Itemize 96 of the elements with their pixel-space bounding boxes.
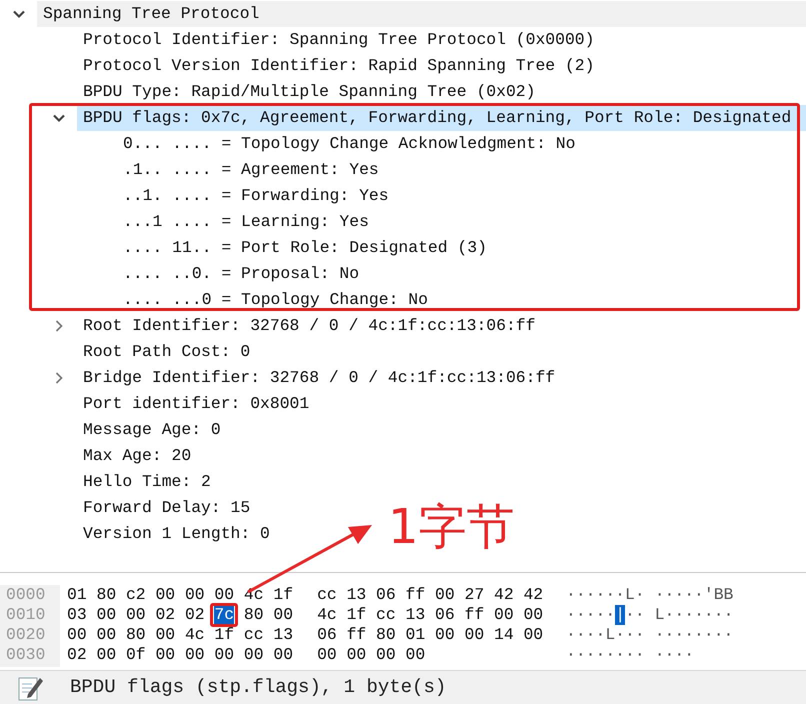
hex-byte[interactable]: 00 (523, 625, 544, 644)
hex-byte[interactable]: 00 (96, 605, 116, 624)
tree-item[interactable]: BPDU flags: 0x7c, Agreement, Forwarding, Learning, Port Role: Designated (77, 105, 806, 131)
hex-byte[interactable]: 1f (214, 625, 234, 644)
hex-byte[interactable]: 00 (184, 645, 205, 664)
hex-byte[interactable]: cc (376, 605, 396, 624)
tree-item[interactable]: Bridge Identifier: 32768 / 0 / 4c:1f:cc:13:06:ff (77, 365, 558, 391)
hex-byte[interactable]: 13 (346, 585, 366, 604)
tree-item[interactable]: Max Age: 20 (77, 443, 194, 469)
tree-item[interactable]: 0... .... = Topology Change Acknowledgment: No (117, 131, 578, 157)
tree-item[interactable]: BPDU Type: Rapid/Multiple Spanning Tree (0x02) (77, 79, 538, 105)
hex-byte[interactable]: 4c (317, 605, 337, 624)
hex-byte[interactable]: 02 (155, 605, 176, 624)
hex-byte[interactable]: 13 (406, 605, 426, 624)
hex-byte[interactable]: 02 (67, 645, 87, 664)
tree-item[interactable]: Protocol Identifier: Spanning Tree Protocol (0x0000) (77, 27, 598, 53)
hex-byte[interactable]: 00 (126, 605, 146, 624)
hex-byte[interactable]: 7c (214, 605, 234, 624)
hex-byte[interactable]: 01 (406, 625, 426, 644)
tree-item[interactable]: Version 1 Length: 0 (77, 521, 273, 547)
tree-item[interactable]: .... ...0 = Topology Change: No (117, 287, 431, 313)
hex-byte[interactable]: 00 (96, 645, 116, 664)
ascii-text: ········ (566, 645, 645, 665)
tree-item[interactable]: Message Age: 0 (77, 417, 224, 443)
ascii-text: ·····'BB (654, 585, 734, 605)
hex-byte[interactable]: 00 (155, 625, 176, 644)
hex-byte[interactable]: 00 (273, 605, 294, 624)
hex-byte[interactable]: 80 (96, 585, 116, 604)
tree-item[interactable]: Root Path Cost: 0 (77, 339, 254, 365)
tree-item[interactable]: ..1. .... = Forwarding: Yes (117, 183, 392, 209)
ascii-text: ····L··· (566, 625, 645, 645)
hex-byte[interactable]: 06 (317, 625, 337, 644)
hex-byte[interactable]: 03 (67, 605, 87, 624)
hex-byte[interactable]: 00 (67, 625, 87, 644)
tree-item[interactable]: Protocol Version Identifier: Rapid Spanning Tree (2) (77, 53, 598, 79)
hex-byte[interactable]: 00 (214, 645, 234, 664)
hex-byte[interactable]: 00 (184, 585, 205, 604)
offset-label: 0020 (5, 625, 46, 645)
hex-byte[interactable]: 80 (244, 605, 264, 624)
hex-byte[interactable]: 06 (376, 585, 396, 604)
hex-byte[interactable]: 00 (435, 625, 455, 644)
hex-byte[interactable]: 00 (494, 605, 514, 624)
ascii-text: ········ (654, 625, 734, 645)
hex-byte[interactable]: 00 (406, 645, 426, 664)
annotation-label: 1字节 (388, 498, 515, 557)
tree-item[interactable]: .... 11.. = Port Role: Designated (3) (117, 235, 490, 261)
hex-byte[interactable]: 1f (273, 585, 294, 604)
tree-item[interactable]: Hello Time: 2 (77, 469, 214, 495)
tree-item[interactable]: .... ..0. = Proposal: No (117, 261, 362, 287)
offset-label: 0010 (5, 605, 46, 625)
hex-byte[interactable]: 00 (346, 645, 366, 664)
ascii-text: ···· (654, 645, 694, 665)
tree-item[interactable]: .1.. .... = Agreement: Yes (117, 157, 382, 183)
hex-byte[interactable]: 42 (494, 585, 514, 604)
hex-byte[interactable]: c2 (126, 585, 146, 604)
tree-item[interactable]: Root Identifier: 32768 / 0 / 4c:1f:cc:13:06:ff (77, 313, 538, 339)
hex-byte[interactable]: 01 (67, 585, 87, 604)
ascii-text: L······· (654, 605, 734, 625)
ascii-text: ·· (625, 605, 645, 625)
hex-byte[interactable]: 00 (244, 645, 264, 664)
hex-byte[interactable]: 42 (523, 585, 544, 604)
status-text: BPDU flags (stp.flags), 1 byte(s) (70, 675, 446, 700)
hex-byte[interactable]: 13 (273, 625, 294, 644)
hex-byte[interactable]: 80 (126, 625, 146, 644)
hex-byte[interactable]: 00 (376, 645, 396, 664)
hex-byte[interactable]: 14 (494, 625, 514, 644)
hex-byte[interactable]: 02 (184, 605, 205, 624)
hex-byte[interactable]: 80 (376, 625, 396, 644)
hex-byte[interactable]: 00 (155, 585, 176, 604)
hex-byte[interactable]: 4c (184, 625, 205, 644)
hex-byte[interactable]: ff (406, 585, 426, 604)
hex-byte[interactable]: 00 (214, 585, 234, 604)
tree-item[interactable]: Spanning Tree Protocol (37, 1, 806, 27)
hex-byte[interactable]: ff (464, 605, 484, 624)
hex-byte[interactable]: 00 (273, 645, 294, 664)
hex-byte[interactable]: 00 (96, 625, 116, 644)
tree-item[interactable]: ...1 .... = Learning: Yes (117, 209, 372, 235)
hex-byte[interactable]: cc (317, 585, 337, 604)
offset-label: 0030 (5, 645, 46, 665)
hex-byte[interactable]: 00 (317, 645, 337, 664)
hex-byte[interactable]: 0f (126, 645, 146, 664)
tree-item[interactable]: Port identifier: 0x8001 (77, 391, 312, 417)
hex-byte[interactable]: 00 (464, 625, 484, 644)
hex-byte[interactable]: ff (346, 625, 366, 644)
offset-label: 0000 (5, 585, 46, 605)
tree-item[interactable]: Forward Delay: 15 (77, 495, 254, 521)
hex-byte[interactable]: 00 (155, 645, 176, 664)
hex-byte[interactable]: 06 (435, 605, 455, 624)
ascii-text: | (615, 605, 626, 625)
hex-byte[interactable]: cc (244, 625, 264, 644)
hex-byte[interactable]: 00 (523, 605, 544, 624)
hex-byte[interactable]: 00 (435, 585, 455, 604)
hex-byte[interactable]: 27 (464, 585, 484, 604)
ascii-text: ····· (566, 605, 616, 625)
ascii-text: ······L· (566, 585, 645, 605)
hex-byte[interactable]: 1f (346, 605, 366, 624)
